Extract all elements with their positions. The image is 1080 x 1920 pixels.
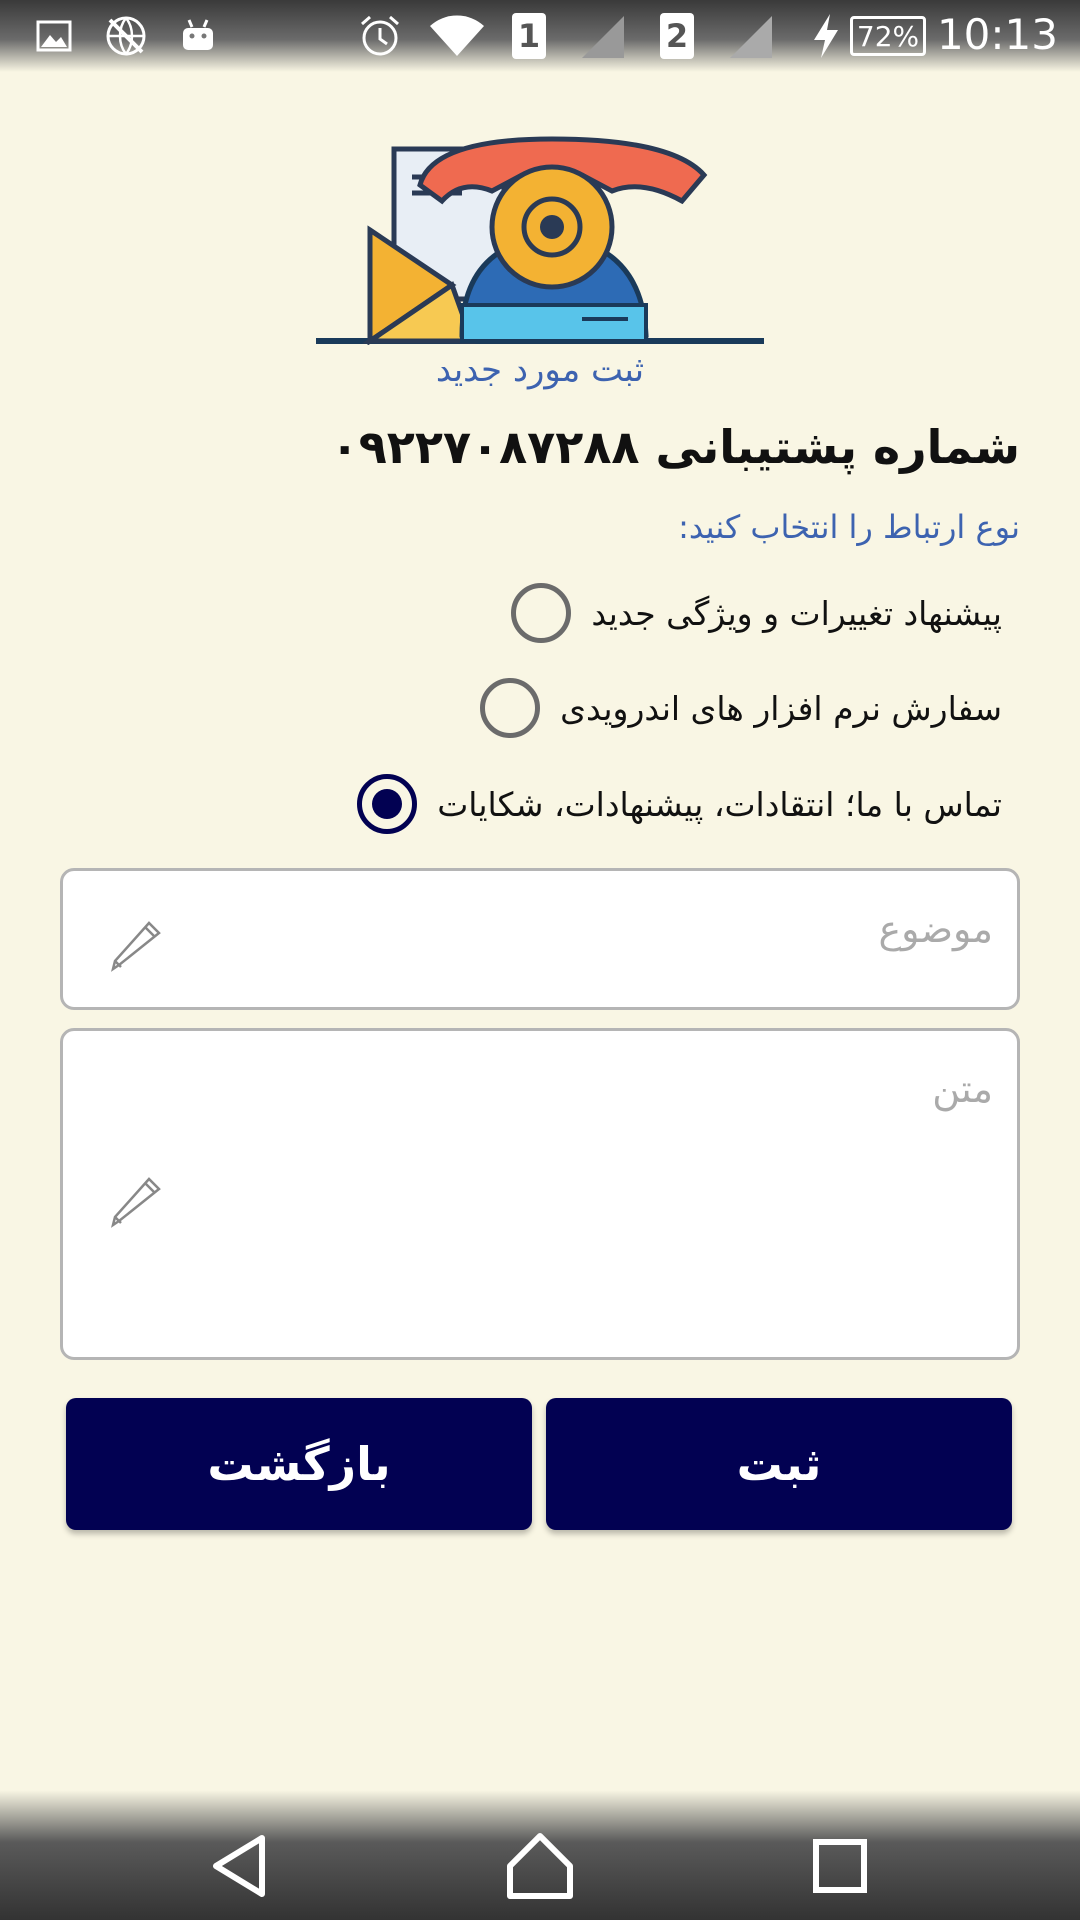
no-network-icon xyxy=(104,14,148,58)
subject-input[interactable]: موضوع xyxy=(60,868,1020,1010)
clock: 10:13 xyxy=(936,10,1058,59)
radio-label: پیشنهاد تغییرات و ویژگی جدید xyxy=(591,593,1002,633)
body-textarea[interactable]: متن xyxy=(60,1028,1020,1360)
contact-logo xyxy=(312,135,768,346)
charging-icon xyxy=(812,14,840,58)
radio-label: سفارش نرم افزار های اندرویدی xyxy=(560,688,1002,728)
support-number: شماره پشتیبانی ۰۹۲۲۷۰۸۷۲۸۸ xyxy=(330,420,1020,474)
pencil-icon xyxy=(111,921,161,972)
navigation-bar xyxy=(0,1790,1080,1920)
back-button[interactable]: بازگشت xyxy=(66,1398,532,1530)
battery-level: 72% xyxy=(850,16,926,56)
radio-label: تماس با ما؛ انتقادات، پیشنهادات، شکایات xyxy=(437,784,1002,824)
submit-button[interactable]: ثبت xyxy=(546,1398,1012,1530)
body-placeholder: متن xyxy=(932,1067,993,1111)
pencil-icon xyxy=(111,1177,161,1228)
alarm-icon xyxy=(358,14,402,58)
status-bar: 1 2 72% 10:13 xyxy=(0,0,1080,72)
radio-button[interactable] xyxy=(480,678,541,738)
wifi-icon xyxy=(428,14,486,58)
recents-nav-icon[interactable] xyxy=(800,1826,880,1906)
sim2-icon: 2 xyxy=(660,13,694,59)
radio-option-order[interactable]: سفارش نرم افزار های اندرویدی xyxy=(480,673,1002,743)
gallery-icon xyxy=(36,14,72,58)
android-icon xyxy=(180,14,216,58)
radio-option-suggestion[interactable]: پیشنهاد تغییرات و ویژگی جدید xyxy=(511,578,1002,648)
signal-icon xyxy=(728,14,774,58)
page-title: ثبت مورد جدید xyxy=(435,350,645,390)
radio-option-contact[interactable]: تماس با ما؛ انتقادات، پیشنهادات، شکایات xyxy=(357,769,1002,839)
contact-type-label: نوع ارتباط را انتخاب کنید: xyxy=(678,508,1020,546)
signal-icon xyxy=(580,14,626,58)
back-nav-icon[interactable] xyxy=(200,1826,280,1906)
subject-placeholder: موضوع xyxy=(878,907,993,951)
radio-button-checked[interactable] xyxy=(357,774,418,834)
radio-button[interactable] xyxy=(511,583,572,643)
sim1-icon: 1 xyxy=(512,13,546,59)
home-nav-icon[interactable] xyxy=(500,1826,580,1906)
